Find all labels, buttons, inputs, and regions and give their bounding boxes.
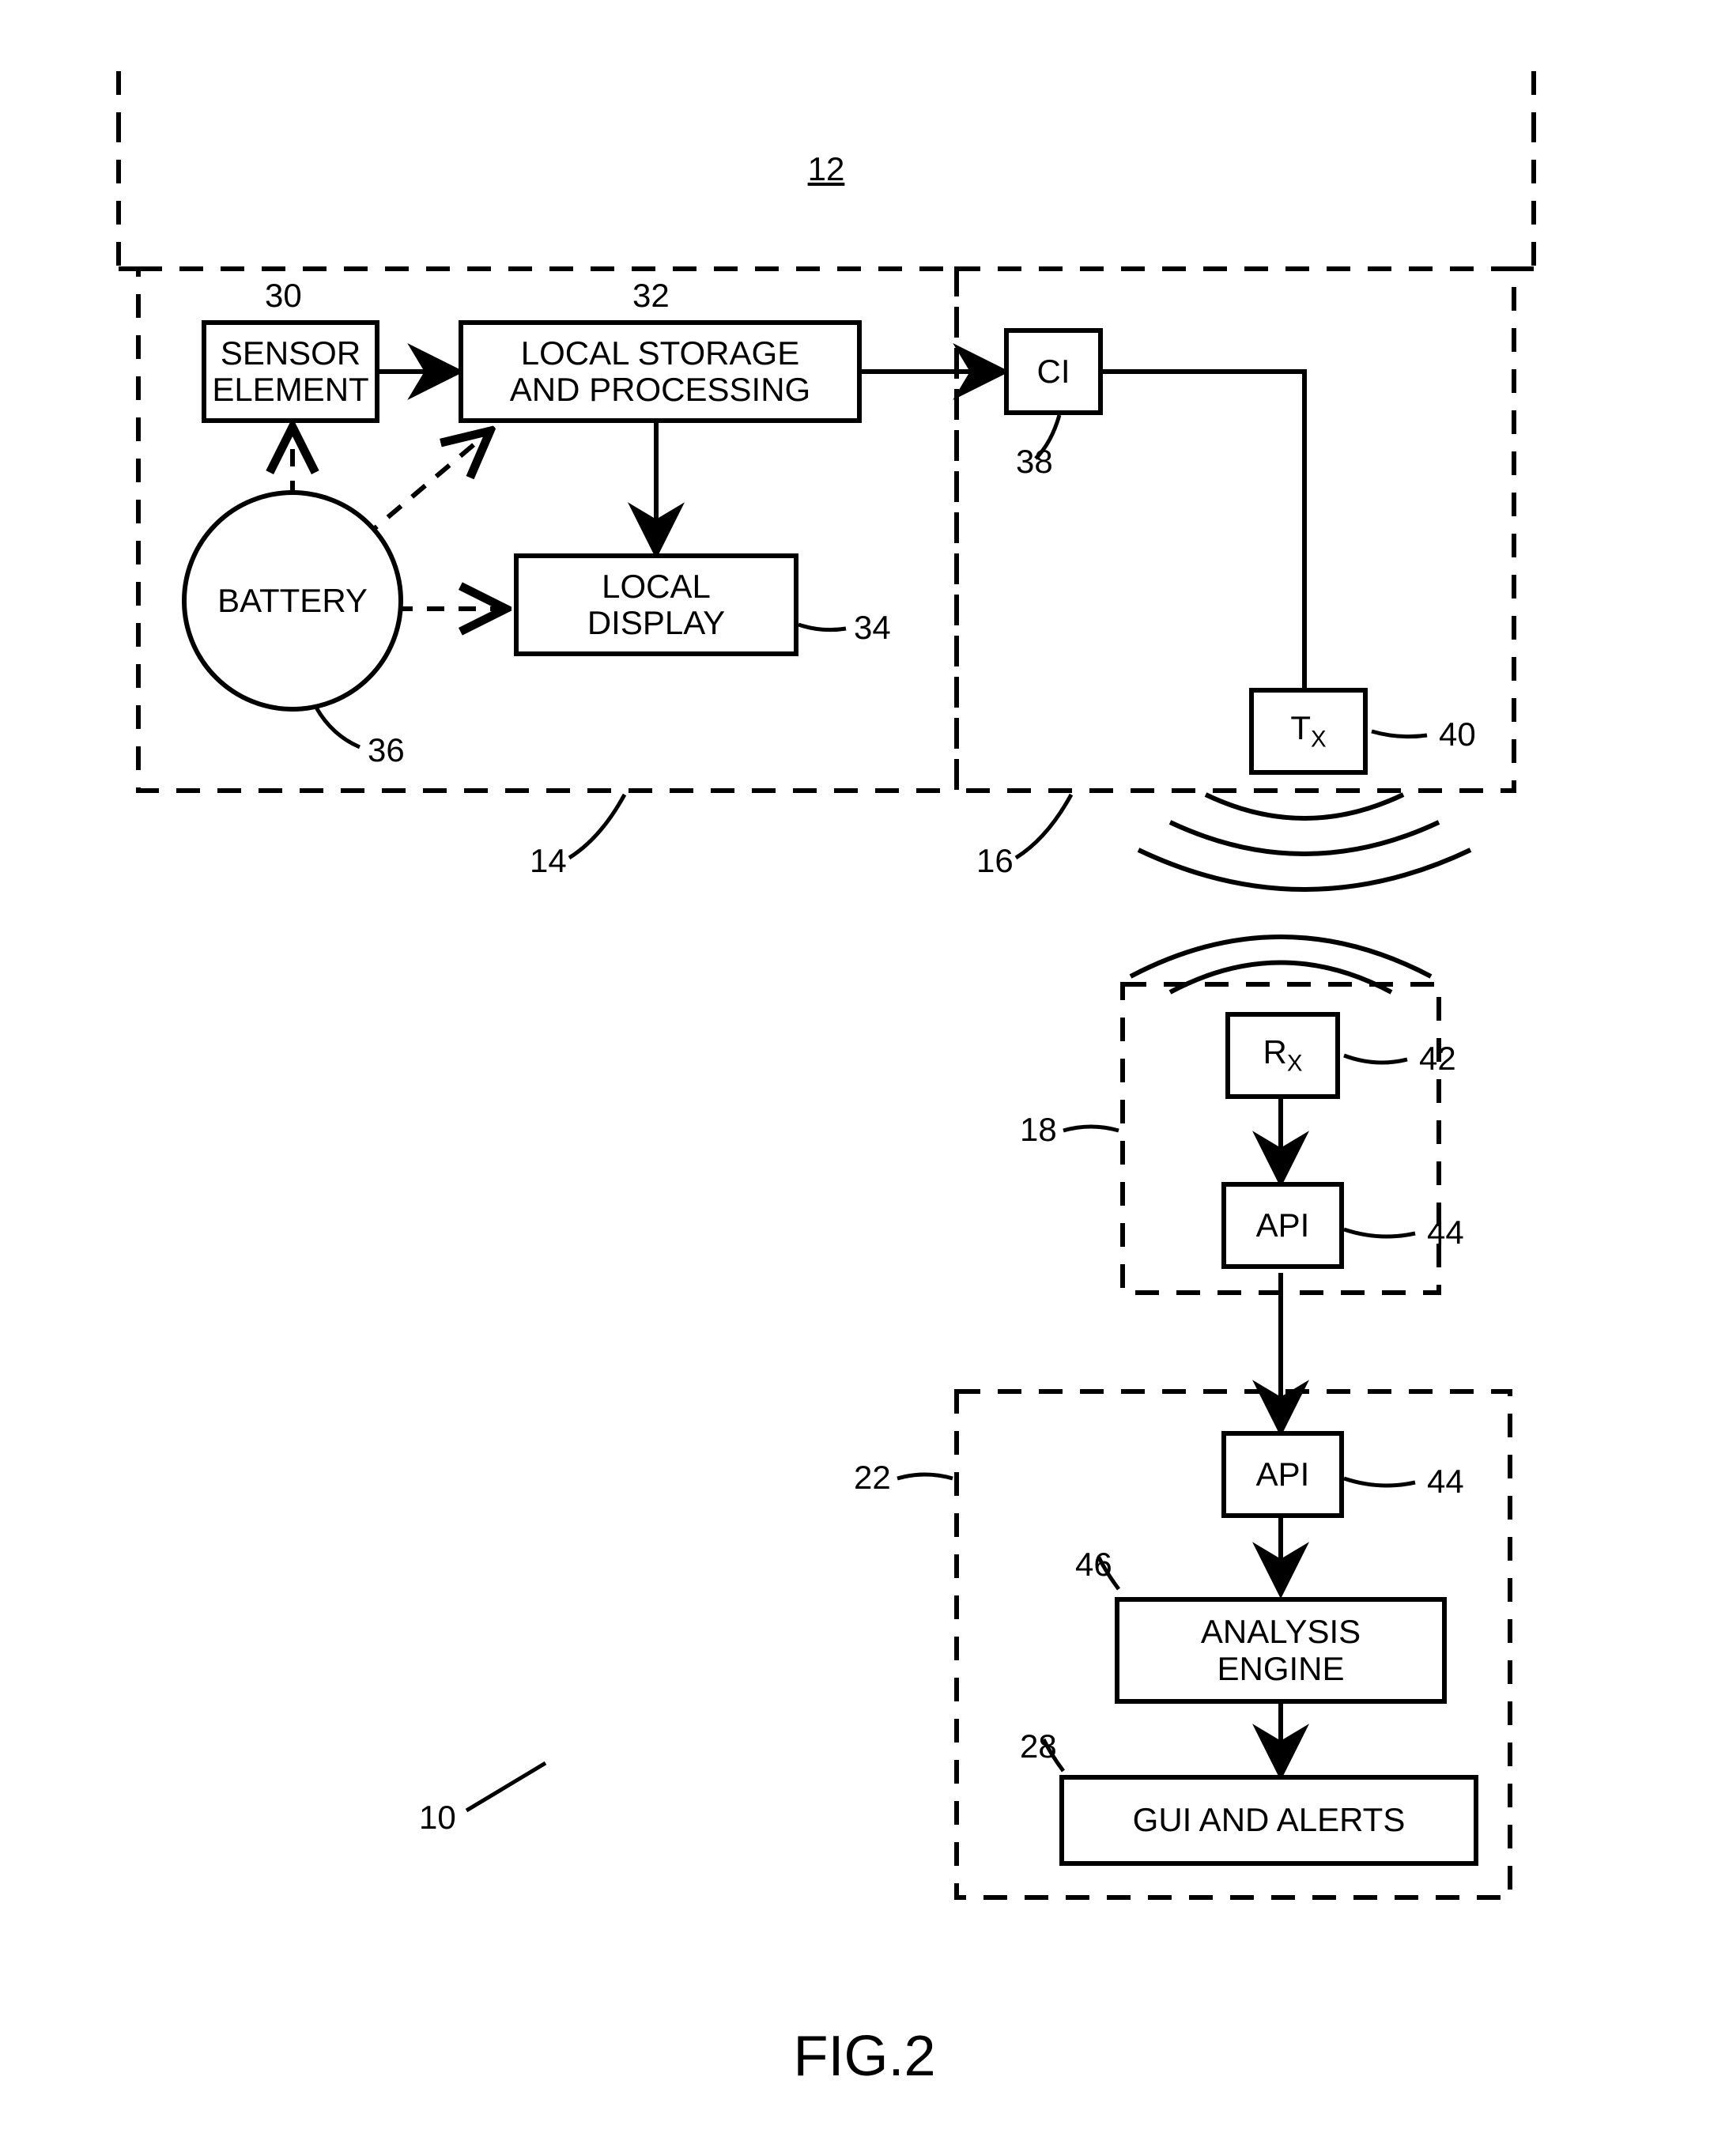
ref-api-2: 44 — [1427, 1463, 1464, 1501]
ref-analysis-group: 22 — [854, 1459, 891, 1497]
block-sensor-element: SENSOR ELEMENT — [202, 320, 379, 423]
block-battery: BATTERY — [182, 490, 403, 712]
block-tx: TX — [1249, 688, 1368, 775]
block-gui-alerts: GUI AND ALERTS — [1059, 1775, 1478, 1866]
ref-sensor: 30 — [265, 277, 302, 315]
ref-engine: 46 — [1075, 1546, 1112, 1584]
block-api-1: API — [1221, 1182, 1344, 1269]
ref-rx-group: 18 — [1020, 1111, 1057, 1149]
ref-storage: 32 — [632, 277, 670, 315]
ref-ci-group: 16 — [976, 842, 1014, 880]
ref-battery: 36 — [368, 731, 405, 769]
block-local-display: LOCAL DISPLAY — [514, 553, 798, 656]
block-ci: CI — [1004, 328, 1103, 415]
tx-label: TX — [1290, 710, 1326, 753]
ref-ci: 38 — [1016, 443, 1053, 481]
ref-tx: 40 — [1439, 716, 1476, 753]
ref-top-group: 12 — [798, 150, 854, 188]
block-rx: RX — [1225, 1012, 1340, 1099]
figure-page: 12 SENSOR ELEMENT 30 LOCAL STORAGE AND P… — [0, 0, 1729, 2156]
figure-caption: FIG.2 — [0, 2024, 1729, 2089]
ref-sensor-group: 14 — [530, 842, 567, 880]
ref-display: 34 — [854, 609, 891, 647]
block-local-storage: LOCAL STORAGE AND PROCESSING — [459, 320, 862, 423]
ref-overall: 10 — [419, 1799, 456, 1837]
rx-label: RX — [1263, 1034, 1303, 1077]
ref-gui: 28 — [1020, 1727, 1057, 1765]
ref-api-1: 44 — [1427, 1214, 1464, 1252]
block-api-2: API — [1221, 1431, 1344, 1518]
block-analysis-engine: ANALYSIS ENGINE — [1115, 1597, 1447, 1704]
ref-rx: 42 — [1419, 1040, 1456, 1078]
